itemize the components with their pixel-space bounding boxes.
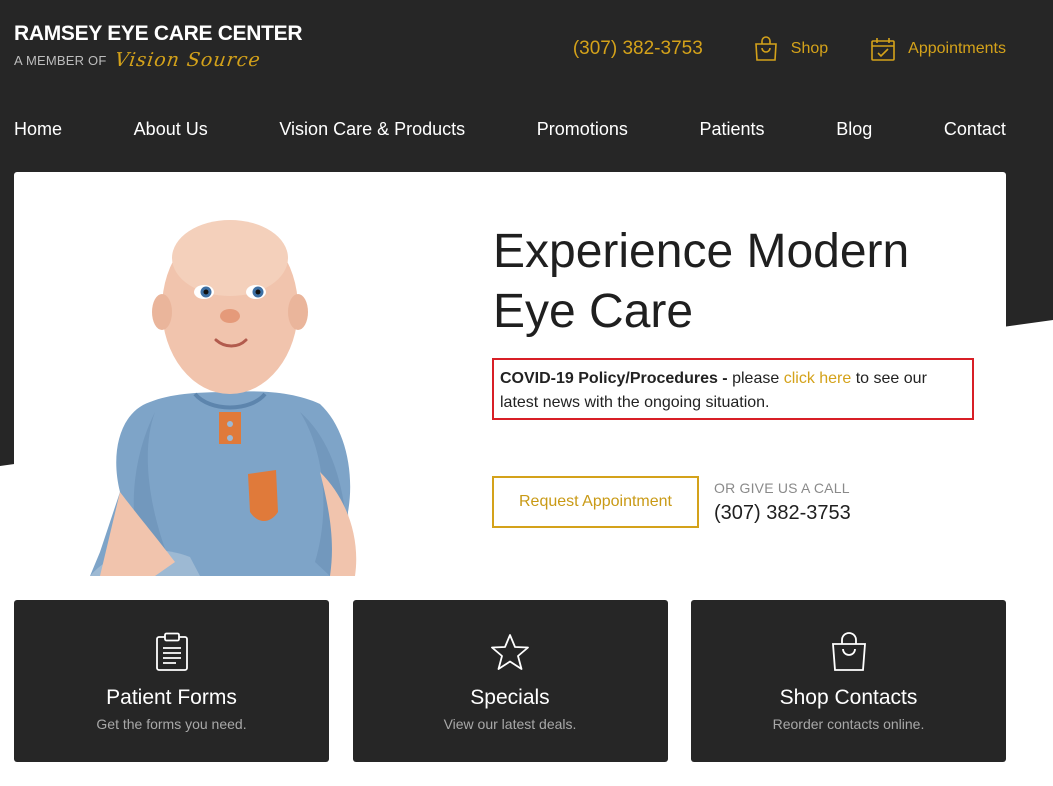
main-nav: Home About Us Vision Care & Products Pro… — [14, 119, 1006, 140]
request-appointment-button[interactable]: Request Appointment — [492, 476, 699, 528]
appointments-link-label: Appointments — [908, 40, 1006, 57]
calendar-check-icon — [871, 38, 895, 61]
hero-panel: Experience Modern Eye Care COVID-19 Poli… — [14, 172, 1006, 576]
site-header: RAMSEY EYE CARE CENTER A MEMBER OF Visio… — [0, 0, 1053, 170]
card-specials[interactable]: Specials View our latest deals. — [352, 600, 668, 762]
shopping-bag-icon — [754, 36, 777, 61]
header-phone-link[interactable]: (307) 382-3753 — [573, 38, 703, 60]
covid-notice: COVID-19 Policy/Procedures - please clic… — [492, 358, 974, 420]
top-utility-links: (307) 382-3753 Shop Appointments — [573, 36, 1006, 62]
card-title: Specials — [470, 686, 550, 709]
nav-item-patients[interactable]: Patients — [700, 119, 765, 140]
nav-item-promotions[interactable]: Promotions — [537, 119, 628, 140]
nav-item-about-us[interactable]: About Us — [134, 119, 208, 140]
card-title: Shop Contacts — [779, 686, 918, 709]
card-title: Patient Forms — [106, 686, 237, 709]
feature-cards: Patient Forms Get the forms you need. Sp… — [14, 600, 1006, 762]
vision-source-logo: Vision Source — [112, 49, 262, 71]
card-subtitle: Get the forms you need. — [96, 716, 247, 732]
call-label: OR GIVE US A CALL — [714, 480, 850, 496]
nav-item-home[interactable]: Home — [14, 119, 62, 140]
shop-link-label: Shop — [790, 40, 829, 57]
card-shop-contacts[interactable]: Shop Contacts Reorder contacts online. — [691, 600, 1006, 762]
shop-link[interactable]: Shop — [753, 36, 828, 62]
nav-item-vision-care[interactable]: Vision Care & Products — [279, 119, 465, 140]
covid-notice-pre: please — [732, 370, 780, 387]
card-patient-forms[interactable]: Patient Forms Get the forms you need. — [14, 600, 329, 762]
brand-member-text: A MEMBER OF — [14, 52, 107, 68]
card-subtitle: Reorder contacts online. — [772, 716, 925, 732]
brand-name: RAMSEY EYE CARE CENTER — [14, 22, 303, 45]
nav-item-blog[interactable]: Blog — [836, 119, 872, 140]
card-subtitle: View our latest deals. — [443, 716, 577, 732]
nav-item-contact[interactable]: Contact — [944, 119, 1006, 140]
hero-title: Experience Modern Eye Care — [493, 225, 910, 338]
covid-click-here-link[interactable]: click here — [784, 370, 852, 387]
covid-notice-heading: COVID-19 Policy/Procedures - — [500, 370, 728, 387]
baby-photo — [90, 220, 357, 576]
star-icon — [490, 632, 530, 672]
appointments-link[interactable]: Appointments — [870, 36, 1006, 62]
hero-phone-link[interactable]: (307) 382-3753 — [714, 502, 851, 525]
brand-tagline: A MEMBER OF Vision Source — [14, 49, 302, 71]
shopping-bag-icon — [830, 632, 868, 672]
site-logo[interactable]: RAMSEY EYE CARE CENTER A MEMBER OF Visio… — [14, 22, 303, 71]
clipboard-icon — [154, 632, 190, 672]
